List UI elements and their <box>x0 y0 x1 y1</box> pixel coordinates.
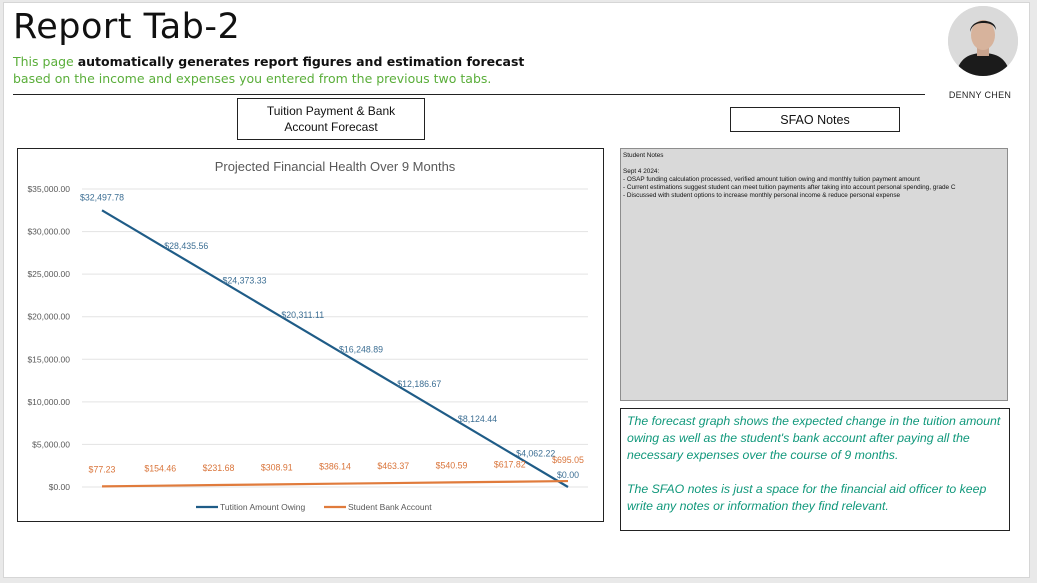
y-tick-label: $5,000.00 <box>32 439 70 449</box>
person-avatar-icon <box>948 6 1018 76</box>
data-label: $24,373.33 <box>222 275 266 285</box>
page-title: Report Tab-2 <box>13 7 241 47</box>
description-pre: This page <box>13 54 78 69</box>
forecast-chart: Projected Financial Health Over 9 Months… <box>17 148 604 522</box>
data-label: $32,497.78 <box>80 192 124 202</box>
series-line-bank <box>101 479 569 488</box>
data-label: $231.68 <box>203 463 235 473</box>
data-label: $540.59 <box>436 460 468 470</box>
info-paragraph: The SFAO notes is just a space for the f… <box>627 482 987 513</box>
data-label: $154.46 <box>144 464 176 474</box>
notes-item: - OSAP funding calculation processed, ve… <box>623 176 920 183</box>
data-label: $4,062.22 <box>516 448 555 458</box>
tuition-forecast-label: Tuition Payment & Bank Account Forecast <box>237 98 425 140</box>
student-notes-textarea[interactable]: Student Notes Sept 4 2024: - OSAP fundin… <box>620 148 1008 401</box>
header-divider <box>13 94 925 95</box>
notes-heading: Student Notes <box>623 152 664 159</box>
data-label: $28,435.56 <box>164 241 208 251</box>
description-post: based on the income and expenses you ent… <box>13 71 492 86</box>
legend-entry: Tutition Amount Owing <box>220 502 305 512</box>
data-label: $695.05 <box>552 455 584 465</box>
data-label: $8,124.44 <box>458 414 497 424</box>
data-label: $463.37 <box>377 461 409 471</box>
notes-item: - Discussed with student options to incr… <box>623 192 901 199</box>
y-tick-label: $35,000.00 <box>27 184 70 194</box>
legend-entry: Student Bank Account <box>348 502 432 512</box>
data-label: $12,186.67 <box>397 379 441 389</box>
forecast-chart-svg: Projected Financial Health Over 9 Months… <box>27 159 588 512</box>
data-label: $0.00 <box>557 470 579 480</box>
sfao-notes-label: SFAO Notes <box>730 107 900 132</box>
y-tick-label: $15,000.00 <box>27 354 70 364</box>
y-tick-label: $0.00 <box>49 482 71 492</box>
series-line-tuition <box>101 209 569 488</box>
info-paragraph: The forecast graph shows the expected ch… <box>627 414 1001 462</box>
data-label: $16,248.89 <box>339 345 383 355</box>
y-tick-label: $30,000.00 <box>27 227 70 237</box>
profile-name: DENNY CHEN <box>948 90 1012 100</box>
info-text-box: The forecast graph shows the expected ch… <box>620 408 1010 531</box>
notes-item: - Current estimations suggest student ca… <box>623 184 956 191</box>
y-tick-label: $20,000.00 <box>27 312 70 322</box>
data-label: $77.23 <box>89 464 116 474</box>
y-tick-label: $10,000.00 <box>27 397 70 407</box>
data-label: $617.82 <box>494 460 526 470</box>
data-label: $308.91 <box>261 462 293 472</box>
data-label: $386.14 <box>319 462 351 472</box>
description-bold: automatically generates report figures a… <box>77 54 525 69</box>
page-description: This page automatically generates report… <box>13 53 553 87</box>
data-label: $20,311.11 <box>281 310 324 320</box>
notes-date: Sept 4 2024: <box>623 168 660 175</box>
y-tick-label: $25,000.00 <box>27 269 70 279</box>
chart-title: Projected Financial Health Over 9 Months <box>215 159 456 174</box>
